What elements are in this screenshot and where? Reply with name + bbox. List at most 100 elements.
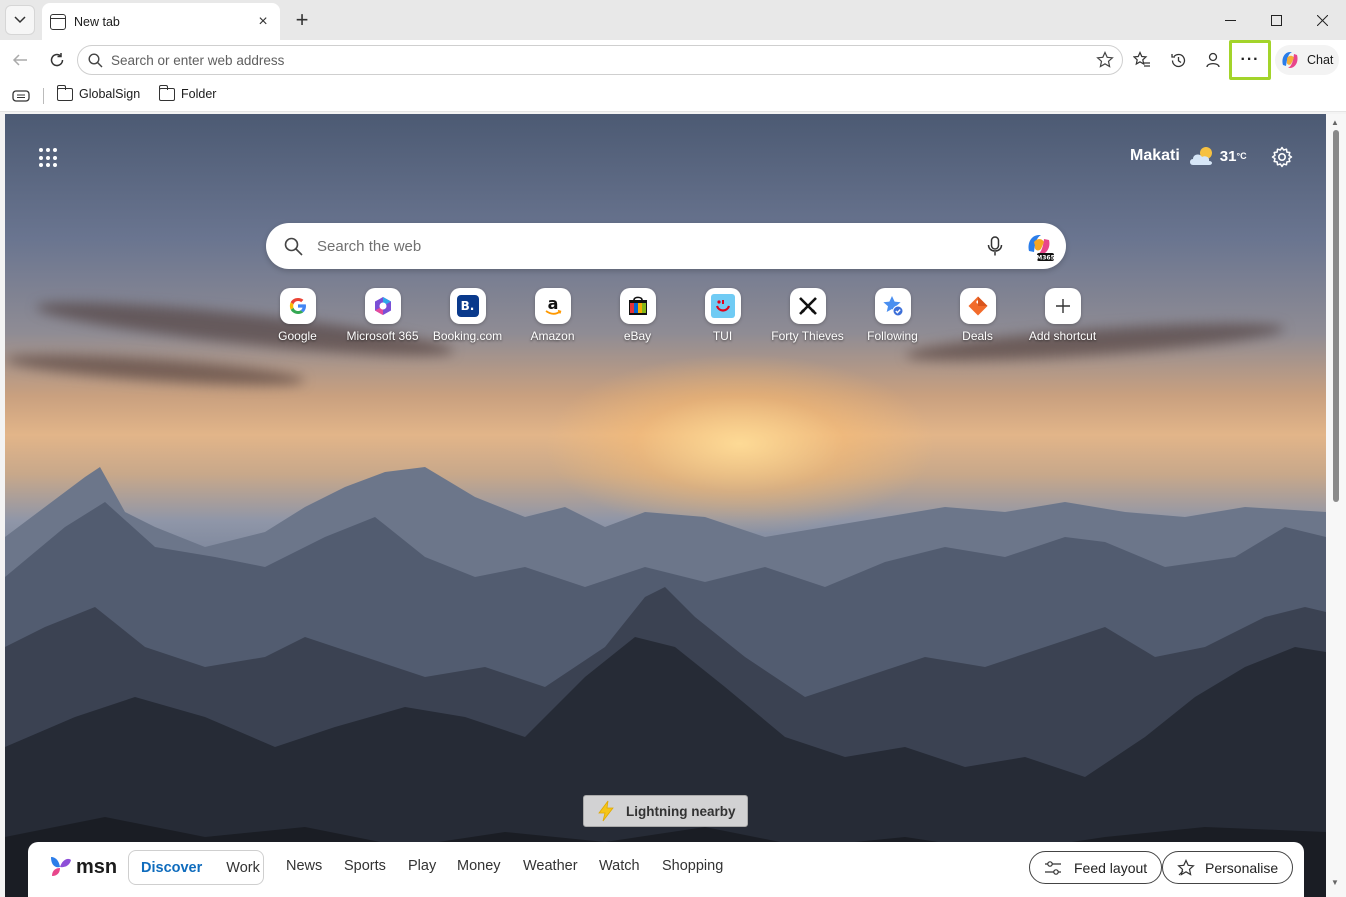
shortcut-booking[interactable]: B. Booking.com (425, 288, 510, 343)
address-bar[interactable] (77, 45, 1123, 75)
page-scrollbar[interactable]: ▲ ▼ (1326, 114, 1346, 897)
favorites-button[interactable] (1128, 46, 1156, 74)
maximize-button[interactable] (1253, 0, 1299, 40)
tab-actions-menu-button[interactable] (5, 5, 35, 35)
following-icon (874, 288, 911, 324)
shortcut-tui[interactable]: TUI (680, 288, 765, 343)
close-tab-icon[interactable]: × (254, 13, 272, 31)
tab-new-tab[interactable]: New tab × (42, 3, 280, 40)
nav-money[interactable]: Money (457, 858, 501, 874)
google-icon (279, 288, 316, 324)
shortcut-label: Google (278, 329, 317, 343)
chevron-down-icon (14, 16, 26, 24)
minimize-icon (1224, 19, 1236, 21)
copilot-chat-button[interactable]: Chat (1275, 45, 1339, 75)
microphone-icon[interactable] (984, 235, 1006, 257)
sliders-icon (1045, 860, 1061, 875)
partly-cloudy-icon (1189, 147, 1212, 165)
ebay-icon (619, 288, 656, 324)
tab-search-icon[interactable] (12, 89, 30, 103)
shortcut-label: Booking.com (432, 329, 503, 343)
shortcut-label: Forty Thieves (771, 329, 844, 343)
alert-text: Lightning nearby (626, 803, 736, 819)
scroll-down-icon[interactable]: ▼ (1331, 878, 1339, 887)
booking-icon: B. (449, 288, 486, 324)
web-search-input[interactable] (317, 237, 984, 255)
weather-temperature: 31 (1219, 147, 1237, 165)
segment-discover[interactable]: Discover (129, 860, 214, 876)
web-search-box[interactable]: M365 (266, 223, 1066, 269)
minimize-button[interactable] (1207, 0, 1253, 40)
favorite-label: Folder (181, 87, 217, 101)
lightning-nearby-alert[interactable]: Lightning nearby (583, 795, 748, 827)
msn-feed-bar: msn Discover Work News Sports Play Money… (28, 842, 1304, 897)
quick-links: Google Microsoft 365 B. Booking.com a Am… (255, 288, 1105, 343)
weather-widget[interactable]: Makati 31 °C (1130, 146, 1247, 166)
page-settings-gear-icon[interactable] (1271, 146, 1293, 168)
favorites-icon (1133, 51, 1150, 67)
shortcut-label: Deals (962, 329, 993, 343)
back-arrow-icon (12, 54, 27, 66)
shortcut-microsoft-365[interactable]: Microsoft 365 (340, 288, 425, 343)
maximize-icon (1270, 14, 1282, 26)
background-cloud (5, 348, 306, 392)
shortcut-ebay[interactable]: eBay (595, 288, 680, 343)
favorite-folder-folder[interactable]: Folder (158, 84, 217, 101)
forty-thieves-icon (789, 288, 826, 324)
history-button[interactable] (1164, 46, 1192, 74)
profile-icon (1206, 52, 1220, 68)
microsoft-365-icon (364, 288, 401, 324)
msn-wordmark: msn (76, 855, 118, 878)
nav-sports[interactable]: Sports (344, 858, 386, 874)
msn-logo[interactable]: msn (48, 854, 117, 880)
nav-news[interactable]: News (286, 858, 322, 874)
close-window-button[interactable] (1299, 0, 1345, 40)
deals-icon (959, 288, 996, 324)
scroll-up-icon[interactable]: ▲ (1331, 118, 1339, 127)
personalise-button[interactable]: Personalise (1162, 851, 1294, 884)
tui-icon (704, 288, 741, 324)
lightning-icon (598, 800, 614, 822)
folder-icon (158, 84, 175, 101)
chat-label: Chat (1307, 53, 1334, 67)
shortcut-deals[interactable]: Deals (935, 288, 1020, 343)
amazon-icon: a (534, 288, 571, 324)
shortcut-label: Add shortcut (1028, 329, 1097, 343)
nav-watch[interactable]: Watch (599, 858, 640, 874)
segment-work[interactable]: Work (214, 860, 272, 876)
favorite-folder-globalsign[interactable]: GlobalSign (56, 84, 140, 101)
back-button[interactable] (6, 46, 34, 74)
add-favorite-star-icon[interactable] (1096, 51, 1114, 69)
scroll-thumb[interactable] (1333, 130, 1339, 502)
nav-shopping[interactable]: Shopping (662, 858, 723, 874)
refresh-button[interactable] (43, 46, 71, 74)
favorites-bar: GlobalSign Folder (0, 80, 1346, 112)
copilot-m365-icon[interactable]: M365 (1024, 231, 1054, 261)
folder-icon (56, 84, 73, 101)
shortcut-label: Microsoft 365 (346, 329, 419, 343)
tab-title: New tab (74, 14, 120, 29)
nav-play[interactable]: Play (408, 858, 436, 874)
new-tab-page: Makati 31 °C M365 Google (5, 114, 1326, 897)
close-icon (1316, 14, 1328, 26)
new-tab-button[interactable]: + (288, 6, 316, 34)
shortcut-amazon[interactable]: a Amazon (510, 288, 595, 343)
search-icon (88, 52, 103, 67)
nav-weather[interactable]: Weather (523, 858, 578, 874)
new-tab-page-icon (50, 13, 66, 30)
svg-text:a: a (547, 295, 558, 313)
address-input[interactable] (111, 52, 1096, 68)
profile-button[interactable] (1199, 46, 1227, 74)
svg-text:M365: M365 (1036, 254, 1054, 261)
shortcut-following[interactable]: Following (850, 288, 935, 343)
msn-butterfly-icon (51, 857, 71, 876)
personalise-label: Personalise (1205, 859, 1279, 876)
apps-launcher-icon[interactable] (39, 148, 59, 168)
add-shortcut-button[interactable]: Add shortcut (1020, 288, 1105, 343)
tab-strip: New tab × + (0, 0, 1346, 40)
feed-layout-button[interactable]: Feed layout (1029, 851, 1163, 884)
feed-layout-label: Feed layout (1074, 859, 1148, 876)
shortcut-forty-thieves[interactable]: Forty Thieves (765, 288, 850, 343)
settings-and-more-button[interactable]: ··· (1229, 40, 1271, 80)
shortcut-google[interactable]: Google (255, 288, 340, 343)
